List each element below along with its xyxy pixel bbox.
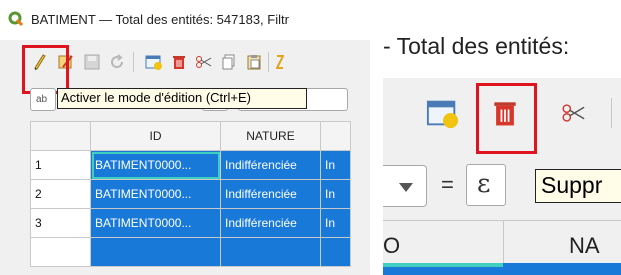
column-header-nature-partial[interactable]: NA	[569, 233, 600, 259]
current-cell-border	[383, 263, 503, 267]
cut-icon[interactable]	[195, 53, 213, 71]
add-feature-icon[interactable]	[145, 53, 163, 71]
row-number[interactable]	[30, 237, 91, 267]
add-feature-icon[interactable]	[426, 96, 460, 130]
dropdown-button[interactable]	[383, 165, 427, 207]
window-title-zoomed: - Total des entités:	[383, 33, 570, 59]
field-selector[interactable]: ab	[30, 88, 56, 111]
paste-icon[interactable]	[245, 53, 263, 71]
nature-cell[interactable]: Indifférenciée	[220, 208, 321, 238]
id-cell[interactable]: BATIMENT0000...	[90, 179, 221, 209]
reload-icon[interactable]	[108, 53, 126, 71]
window-titlebar: BATIMENT — Total des entités: 547183, Fi…	[0, 0, 370, 40]
operator-label: =	[441, 172, 454, 197]
next-cell[interactable]	[320, 237, 351, 267]
expression-icon: ε	[477, 169, 491, 199]
column-header-partial: O	[383, 233, 401, 258]
nature-cell[interactable]: Indifférenciée	[220, 179, 321, 209]
toolbar-separator	[133, 52, 134, 72]
corner-header	[30, 121, 91, 151]
id-cell[interactable]	[90, 237, 221, 267]
window-titlebar-zoomed: - Total des entités:	[383, 0, 621, 78]
copy-icon[interactable]	[220, 53, 238, 71]
chevron-down-icon	[399, 183, 413, 192]
table-row[interactable]	[30, 237, 351, 267]
table-row[interactable]: 1 BATIMENT0000... Indifférenciée In	[30, 150, 351, 180]
attribute-table: ID NATURE 1 BATIMENT0000... Indifférenci…	[30, 121, 351, 267]
tooltip-delete: Suppr	[535, 169, 621, 203]
nature-cell[interactable]	[220, 237, 321, 267]
left-screenshot-panel: BATIMENT — Total des entités: 547183, Fi…	[0, 0, 370, 275]
next-cell[interactable]: In	[320, 208, 351, 238]
next-cell[interactable]: In	[320, 179, 351, 209]
id-cell[interactable]: BATIMENT0000...	[90, 208, 221, 238]
toolbar-separator	[268, 52, 269, 72]
table-header-row: ID NATURE	[30, 121, 351, 151]
highlight-box-edit	[22, 45, 69, 94]
nature-cell[interactable]: Indifférenciée	[220, 150, 321, 180]
tooltip-toggle-editing: Activer le mode d'édition (Ctrl+E)	[57, 88, 307, 109]
right-zoomed-panel: - Total des entités: = ε Suppr O NA	[383, 0, 621, 275]
table-row[interactable]: 2 BATIMENT0000... Indifférenciée In	[30, 179, 351, 209]
id-cell[interactable]: BATIMENT0000...	[90, 150, 221, 180]
window-title: BATIMENT — Total des entités: 547183, Fi…	[31, 12, 289, 27]
cut-icon[interactable]	[559, 100, 589, 126]
next-cell[interactable]: In	[320, 150, 351, 180]
row-number[interactable]: 2	[30, 179, 91, 209]
row-number[interactable]: 1	[30, 150, 91, 180]
highlight-box-delete	[476, 83, 537, 154]
save-edits-icon[interactable]	[83, 53, 101, 71]
table-header-row: O NA	[383, 220, 621, 275]
column-header-id[interactable]: ID	[90, 121, 221, 151]
expression-button[interactable]: ε	[466, 164, 506, 206]
row-number[interactable]: 3	[30, 208, 91, 238]
more-tools-icon[interactable]	[276, 53, 284, 71]
table-row[interactable]: 3 BATIMENT0000... Indifférenciée In	[30, 208, 351, 238]
qgis-logo-icon	[8, 11, 24, 27]
column-header-nature[interactable]: NATURE	[220, 121, 321, 151]
delete-feature-icon[interactable]	[170, 53, 188, 71]
column-header-next[interactable]	[320, 121, 351, 151]
column-divider	[503, 221, 504, 263]
toolbar-separator	[611, 98, 612, 128]
